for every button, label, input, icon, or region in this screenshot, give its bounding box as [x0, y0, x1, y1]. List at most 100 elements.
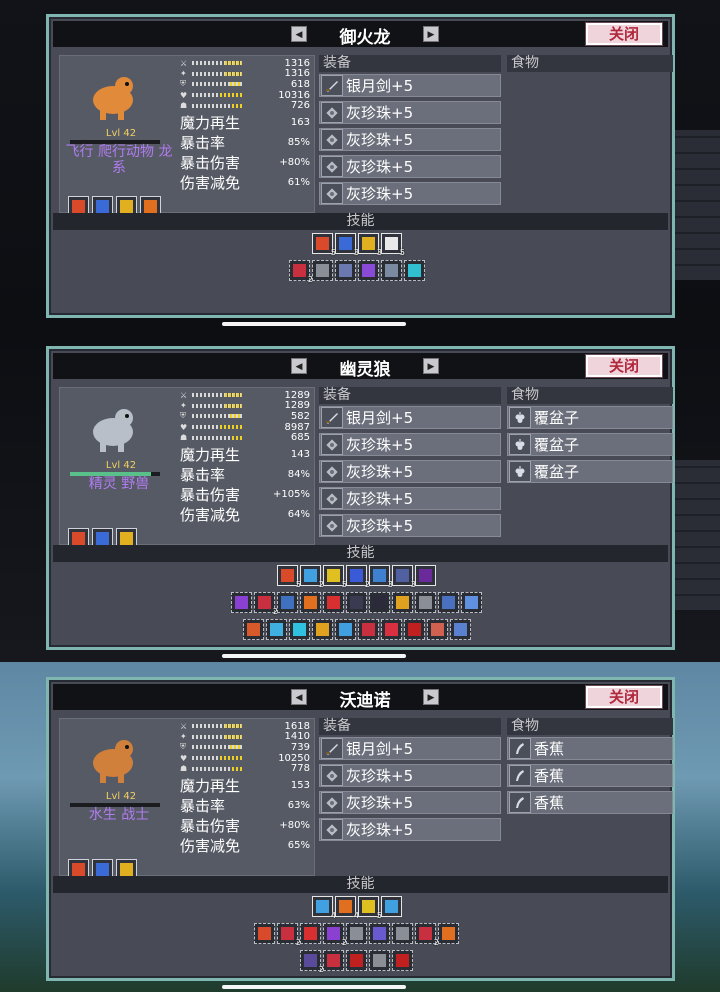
close-button[interactable]: 关闭 — [586, 355, 662, 377]
food-slot[interactable]: 香蕉 — [507, 791, 673, 814]
equipment-slot[interactable]: 灰珍珠+5 — [319, 487, 501, 510]
equipment-slot[interactable]: 灰珍珠+5 — [319, 764, 501, 787]
skill-icon[interactable]: 2 — [277, 923, 301, 947]
close-button[interactable]: 关闭 — [586, 23, 662, 45]
skill-icon[interactable] — [335, 260, 356, 281]
equipment-slot[interactable]: 灰珍珠+5 — [319, 791, 501, 814]
pearl-icon — [321, 156, 343, 177]
skill-icon[interactable]: 2 — [300, 565, 324, 589]
skill-icon[interactable] — [392, 923, 413, 944]
skill-icon[interactable]: 4 — [335, 896, 359, 920]
skill-icon[interactable] — [335, 619, 356, 640]
equipment-slot[interactable]: 灰珍珠+5 — [319, 101, 501, 124]
skill-icon[interactable] — [300, 592, 321, 613]
skill-icon[interactable] — [438, 592, 459, 613]
stat-icon: ✦ — [180, 401, 187, 411]
next-pet-button[interactable]: ▶ — [423, 689, 439, 705]
equipment-slot[interactable]: 灰珍珠+5 — [319, 514, 501, 537]
skill-icon[interactable]: 2 — [289, 260, 313, 284]
skill-icon[interactable]: 5 — [277, 565, 301, 589]
food-slot[interactable]: 覆盆子 — [507, 460, 673, 483]
skill-icon[interactable] — [346, 923, 367, 944]
skill-icon[interactable] — [369, 950, 390, 971]
skill-icon[interactable] — [415, 592, 436, 613]
scroll-indicator[interactable] — [222, 322, 406, 326]
skill-icon[interactable] — [369, 923, 390, 944]
pearl-icon — [321, 488, 343, 509]
skill-icon[interactable]: 2 — [346, 565, 370, 589]
food-slot[interactable]: 覆盆子 — [507, 406, 673, 429]
skill-icon[interactable]: 3 — [369, 565, 393, 589]
equipment-slot[interactable]: 灰珍珠+5 — [319, 155, 501, 178]
skill-icon[interactable] — [277, 592, 298, 613]
skill-icon[interactable] — [358, 619, 379, 640]
skill-icon[interactable] — [289, 619, 310, 640]
stat-value: 1316 — [284, 57, 310, 69]
skill-icon[interactable]: 2 — [300, 950, 324, 974]
skill-icon[interactable]: 5 — [312, 233, 336, 257]
skill-level: 5 — [399, 248, 405, 257]
skill-icon[interactable]: 3 — [335, 233, 359, 257]
skill-icon[interactable] — [369, 592, 390, 613]
skill-icon[interactable] — [415, 565, 436, 586]
skill-icon[interactable] — [381, 260, 402, 281]
food-slot[interactable]: 香蕉 — [507, 764, 673, 787]
skill-icon[interactable] — [358, 260, 379, 281]
skill-icon[interactable] — [404, 619, 425, 640]
skill-icon[interactable] — [392, 592, 413, 613]
skill-icon[interactable] — [438, 923, 459, 944]
equipment-slot[interactable]: 灰珍珠+5 — [319, 433, 501, 456]
skill-icon[interactable] — [346, 950, 367, 971]
sub-stat-label: 暴击伤害 — [180, 816, 241, 835]
equipment-slot[interactable]: 银月剑+5 — [319, 74, 501, 97]
skill-icon[interactable]: 2 — [415, 923, 439, 947]
skill-icon[interactable] — [381, 619, 402, 640]
skill-icon[interactable] — [346, 592, 367, 613]
skill-icon[interactable] — [381, 896, 402, 917]
scroll-indicator[interactable] — [222, 985, 406, 989]
skill-icon[interactable] — [461, 592, 482, 613]
equipment-slot[interactable]: 灰珍珠+5 — [319, 128, 501, 151]
skill-icon[interactable] — [450, 619, 471, 640]
equipment-slot[interactable]: 灰珍珠+5 — [319, 818, 501, 841]
stat-row: ⛨ 618 — [180, 79, 310, 90]
title-bar: ◀ 御火龙 ▶ 关闭 — [53, 21, 668, 48]
skill-icon[interactable] — [392, 950, 413, 971]
skill-icon[interactable] — [300, 923, 321, 944]
skill-glyph — [385, 900, 398, 913]
stat-row: ☗ 685 — [180, 432, 310, 443]
skill-icon[interactable]: 5 — [358, 896, 382, 920]
skill-icon[interactable]: 4 — [312, 896, 336, 920]
skill-icon[interactable] — [312, 619, 333, 640]
sub-stat-value: 64% — [287, 508, 310, 520]
skill-icon[interactable] — [323, 592, 344, 613]
equipment-slot[interactable]: 银月剑+5 — [319, 406, 501, 429]
skill-icon[interactable] — [254, 923, 275, 944]
skill-icon[interactable] — [231, 592, 252, 613]
prev-pet-button[interactable]: ◀ — [291, 689, 307, 705]
prev-pet-button[interactable]: ◀ — [291, 358, 307, 374]
skill-icon[interactable]: 5 — [381, 233, 405, 257]
prev-pet-button[interactable]: ◀ — [291, 26, 307, 42]
skill-icon[interactable]: 5 — [323, 565, 347, 589]
skill-icon[interactable]: 2 — [323, 923, 347, 947]
skill-glyph — [454, 623, 467, 636]
equipment-slot[interactable]: 灰珍珠+5 — [319, 460, 501, 483]
close-button[interactable]: 关闭 — [586, 686, 662, 708]
skill-icon[interactable] — [323, 950, 344, 971]
next-pet-button[interactable]: ▶ — [423, 358, 439, 374]
skill-icon[interactable] — [312, 260, 333, 281]
food-slot[interactable]: 香蕉 — [507, 737, 673, 760]
skill-icon[interactable]: 2 — [254, 592, 278, 616]
equipment-slot[interactable]: 银月剑+5 — [319, 737, 501, 760]
scroll-indicator[interactable] — [222, 654, 406, 658]
next-pet-button[interactable]: ▶ — [423, 26, 439, 42]
skill-icon[interactable] — [427, 619, 448, 640]
skill-icon[interactable]: 3 — [392, 565, 416, 589]
skill-icon[interactable] — [266, 619, 287, 640]
food-slot[interactable]: 覆盆子 — [507, 433, 673, 456]
skill-icon[interactable] — [404, 260, 425, 281]
skill-icon[interactable] — [243, 619, 264, 640]
skill-icon[interactable]: 3 — [358, 233, 382, 257]
equipment-slot[interactable]: 灰珍珠+5 — [319, 182, 501, 205]
